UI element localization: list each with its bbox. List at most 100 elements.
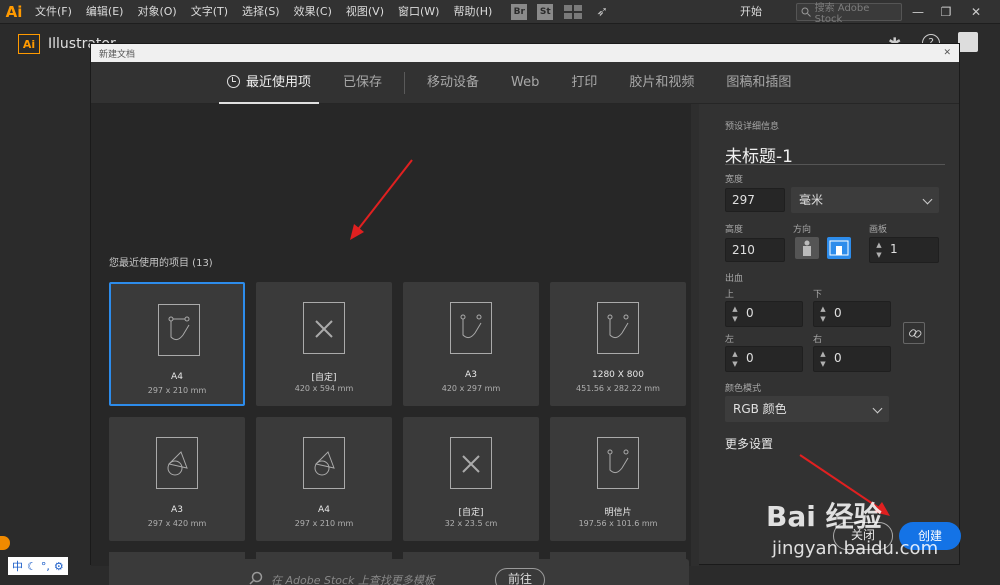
stock-search-input[interactable]: 搜索 Adobe Stock [796, 3, 902, 25]
gallery-scrollbar[interactable] [691, 104, 699, 566]
height-label: 高度 [725, 225, 744, 235]
dialog-title: 新建文档 [99, 49, 136, 60]
preset-size: 297 x 420 mm [147, 519, 207, 528]
menu-view[interactable]: 视图(V) [339, 0, 391, 24]
watermark-logo: Bai 经验 [766, 500, 882, 533]
app-logo-icon: Ai [5, 2, 23, 21]
preset-card[interactable]: A4 297 x 210 mm [256, 417, 392, 541]
preset-size: 297 x 210 mm [147, 386, 207, 395]
artboards-label: 画板 [869, 225, 888, 235]
workspace-switcher[interactable]: 开始 [740, 3, 762, 19]
tab-mobile[interactable]: 移动设备 [411, 62, 495, 104]
preset-name: A3 [465, 370, 477, 380]
preset-size: 451.56 x 282.22 mm [576, 384, 660, 393]
punctuation-icon[interactable]: °, [41, 560, 50, 573]
tab-web[interactable]: Web [495, 62, 555, 104]
unit-value: 毫米 [799, 193, 824, 207]
menu-edit[interactable]: 编辑(E) [79, 0, 131, 24]
preset-name: A3 [171, 505, 183, 515]
bleed-left-stepper[interactable]: ▲ ▼ 0 [725, 346, 803, 372]
stock-search-placeholder: 搜索 Adobe Stock [814, 3, 870, 25]
tab-print[interactable]: 打印 [555, 62, 613, 104]
tab-saved[interactable]: 已保存 [327, 62, 398, 104]
bleed-label: 出血 [725, 274, 744, 284]
tab-film-video[interactable]: 胶片和视频 [613, 62, 710, 104]
menu-object[interactable]: 对象(O) [130, 0, 183, 24]
search-icon [249, 571, 263, 585]
close-window-icon[interactable]: ✕ [962, 0, 990, 24]
menu-select[interactable]: 选择(S) [235, 0, 287, 24]
preset-card[interactable]: A3 420 x 297 mm [403, 282, 539, 406]
width-label: 宽度 [725, 175, 744, 185]
menu-type[interactable]: 文字(T) [184, 0, 235, 24]
bleed-right-stepper[interactable]: ▲ ▼ 0 [813, 346, 891, 372]
artboards-value: 1 [890, 242, 898, 256]
preset-card[interactable]: [自定] 32 x 23.5 cm [403, 417, 539, 541]
custom-doc-icon [450, 437, 492, 489]
artboards-stepper[interactable]: ▲ ▼ 1 [869, 237, 939, 263]
bleed-bottom-stepper[interactable]: ▲ ▼ 0 [813, 301, 891, 327]
search-icon [801, 7, 811, 17]
preset-size: 420 x 594 mm [294, 384, 354, 393]
preset-card[interactable]: A3 297 x 420 mm [109, 417, 245, 541]
preset-size: 32 x 23.5 cm [444, 519, 498, 528]
color-mode-select[interactable]: RGB 颜色 [725, 396, 889, 422]
preset-card[interactable]: 1280 X 800 451.56 x 282.22 mm [550, 282, 686, 406]
bleed-bottom-value: 0 [834, 306, 842, 320]
landscape-orientation-icon[interactable] [827, 237, 851, 259]
gpu-performance-icon[interactable]: ➶ [596, 4, 608, 20]
menu-help[interactable]: 帮助(H) [446, 0, 499, 24]
link-bleed-icon[interactable] [903, 322, 925, 344]
preset-name: [自定] [458, 508, 484, 518]
moon-icon[interactable]: ☾ [27, 560, 37, 573]
preset-gallery: 您最近使用的项目 (13) A4 297 x 210 mm [自定] 420 x… [91, 104, 699, 585]
minimize-icon[interactable]: — [904, 0, 932, 24]
new-document-dialog: 新建文档 ✕ 最近使用项 已保存 移动设备 Web 打印 胶片和视频 图稿和插图… [90, 43, 961, 585]
preset-size: 420 x 297 mm [441, 384, 501, 393]
stepper-arrows-icon[interactable]: ▲ ▼ [730, 349, 740, 369]
ime-mode-label[interactable]: 中 [12, 558, 23, 574]
stepper-arrows-icon[interactable]: ▲ ▼ [874, 240, 884, 260]
height-input[interactable]: 210 [725, 238, 785, 262]
preset-card[interactable]: A4 297 x 210 mm [109, 282, 245, 406]
ime-toolbar[interactable]: 中 ☾ °, ⚙ [8, 557, 68, 575]
preset-card[interactable]: [自定] 420 x 594 mm [256, 282, 392, 406]
stepper-arrows-icon[interactable]: ▲ ▼ [818, 349, 828, 369]
illustrator-logo-icon: Ai [18, 34, 40, 54]
unit-select[interactable]: 毫米 [791, 187, 939, 213]
stepper-arrows-icon[interactable]: ▲ ▼ [730, 304, 740, 324]
gear-icon[interactable]: ⚙ [54, 560, 64, 573]
bridge-icon[interactable]: Br [511, 3, 528, 20]
preset-tab-bar: 最近使用项 已保存 移动设备 Web 打印 胶片和视频 图稿和插图 [91, 62, 959, 104]
preset-size: 297 x 210 mm [294, 519, 354, 528]
menu-effect[interactable]: 效果(C) [287, 0, 339, 24]
preset-name: 明信片 [604, 508, 632, 518]
menu-window[interactable]: 窗口(W) [391, 0, 446, 24]
bleed-top-stepper[interactable]: ▲ ▼ 0 [725, 301, 803, 327]
color-mode-value: RGB 颜色 [733, 402, 787, 416]
width-input[interactable]: 297 [725, 188, 785, 212]
go-button[interactable]: 前往 [495, 568, 545, 585]
arrange-documents-icon[interactable] [564, 4, 583, 19]
close-icon[interactable]: ✕ [943, 48, 951, 58]
chevron-down-icon [922, 194, 933, 205]
restore-icon[interactable]: ❐ [932, 0, 960, 24]
shapes-icon [303, 437, 345, 489]
portrait-orientation-icon[interactable] [795, 237, 819, 259]
avatar[interactable] [958, 32, 978, 52]
bleed-top-value: 0 [746, 306, 754, 320]
preset-card[interactable]: 明信片 197.56 x 101.6 mm [550, 417, 686, 541]
stock-search-placeholder[interactable]: 在 Adobe Stock 上查找更多模板 [271, 572, 435, 585]
stock-icon[interactable]: St [537, 3, 554, 20]
tab-divider [404, 71, 406, 94]
tab-recent[interactable]: 最近使用项 [211, 62, 327, 104]
stepper-arrows-icon[interactable]: ▲ ▼ [818, 304, 828, 324]
chevron-down-icon [872, 403, 883, 414]
shapes-icon [156, 437, 198, 489]
tab-art-illustration[interactable]: 图稿和插图 [710, 62, 807, 104]
more-settings-button[interactable]: 更多设置 [725, 435, 773, 452]
menu-file[interactable]: 文件(F) [28, 0, 79, 24]
watermark-url: jingyan.baidu.com [772, 538, 939, 559]
name-underline [725, 164, 945, 165]
side-tab[interactable] [0, 536, 10, 550]
